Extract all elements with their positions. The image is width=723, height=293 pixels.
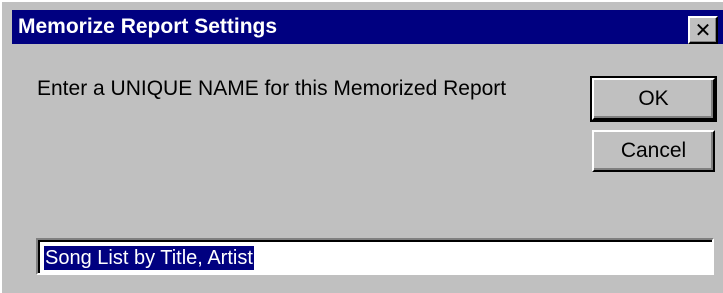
cancel-button[interactable]: Cancel — [592, 130, 715, 172]
ok-button[interactable]: OK — [590, 76, 717, 122]
memorize-report-dialog: Memorize Report Settings ✕ Enter a UNIQU… — [0, 0, 723, 293]
prompt-label: Enter a UNIQUE NAME for this Memorized R… — [37, 77, 507, 100]
close-icon: ✕ — [694, 18, 712, 42]
close-button[interactable]: ✕ — [688, 16, 718, 44]
window-title: Memorize Report Settings — [18, 15, 278, 38]
title-bar[interactable]: Memorize Report Settings — [12, 10, 723, 44]
report-name-selected-text: Song List by Title, Artist — [44, 246, 254, 270]
report-name-field[interactable]: Song List by Title, Artist — [36, 238, 714, 275]
